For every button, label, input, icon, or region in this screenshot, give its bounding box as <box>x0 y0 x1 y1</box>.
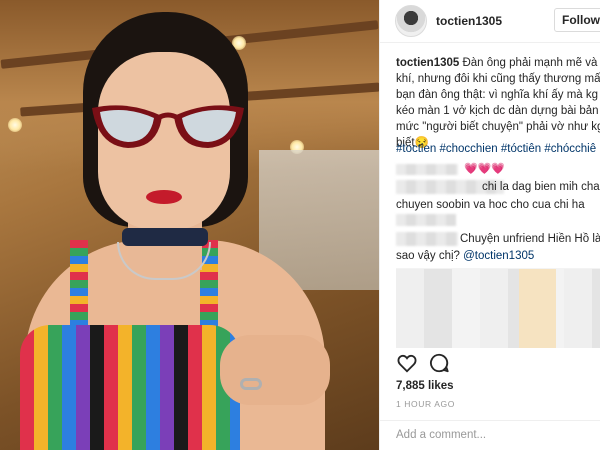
post-photo[interactable] <box>0 0 379 450</box>
add-comment-input[interactable] <box>396 429 591 441</box>
avatar[interactable] <box>395 5 427 37</box>
comment-bubble-icon[interactable] <box>428 352 450 374</box>
caption-author-link[interactable]: toctien1305 <box>396 57 459 69</box>
comment-text: sao vậy chị? <box>396 250 464 262</box>
caption-line-5: mức "người biết chuyện" phải vờ như kg <box>396 121 600 133</box>
caption-line-3: bạn đàn ông thật: vì nghĩa khí ấy mà kg <box>396 89 599 101</box>
comment-text: chuyen soobin va hoc cho cua chi ha <box>396 199 585 211</box>
post-timestamp: 1 HOUR AGO <box>396 399 455 409</box>
sunglasses <box>92 105 244 148</box>
add-comment-bar <box>380 420 600 450</box>
blurred-username <box>396 164 458 175</box>
comment-text: chi la dag bien mih chac <box>482 181 600 193</box>
likes-count[interactable]: 7,885 likes <box>396 380 454 392</box>
emoji-comment: 💗💗💗 <box>464 163 506 175</box>
post-side-panel: toctien1305 Followi toctien1305 Đàn ông … <box>379 0 600 450</box>
blurred-comments <box>396 268 600 348</box>
comment-line: sao vậy chị? @toctien1305 <box>396 248 534 264</box>
caption: toctien1305 Đàn ông phải mạnh mẽ và c kh… <box>396 55 600 151</box>
blurred-username <box>396 232 458 246</box>
heart-icon[interactable] <box>396 352 418 374</box>
post-header: toctien1305 Followi <box>380 0 600 43</box>
caption-line-1: toctien1305 Đàn ông phải mạnh mẽ và c <box>396 55 600 71</box>
comment-text: Chuyện unfriend Hiền Hồ là <box>460 233 600 245</box>
ring <box>240 378 262 390</box>
blurred-username <box>396 214 456 226</box>
striped-top <box>20 325 240 450</box>
username-link[interactable]: toctien1305 <box>436 14 502 28</box>
caption-line-2: khí, nhưng đôi khi cũng thấy thương mấ <box>396 73 600 85</box>
caption-line-4: kéo màn 1 vở kịch dc dàn dựng bài bản t <box>396 105 600 117</box>
caption-text: Đàn ông phải mạnh mẽ và c <box>459 57 600 69</box>
lips <box>146 190 182 204</box>
action-bar <box>396 352 600 374</box>
ceiling-lamp <box>8 118 22 132</box>
follow-button[interactable]: Followi <box>554 8 600 32</box>
hand <box>220 335 330 405</box>
hashtags[interactable]: #toctien #chocchien #tóctiên #chócchiê <box>396 143 596 155</box>
mention-link[interactable]: @toctien1305 <box>463 250 534 262</box>
